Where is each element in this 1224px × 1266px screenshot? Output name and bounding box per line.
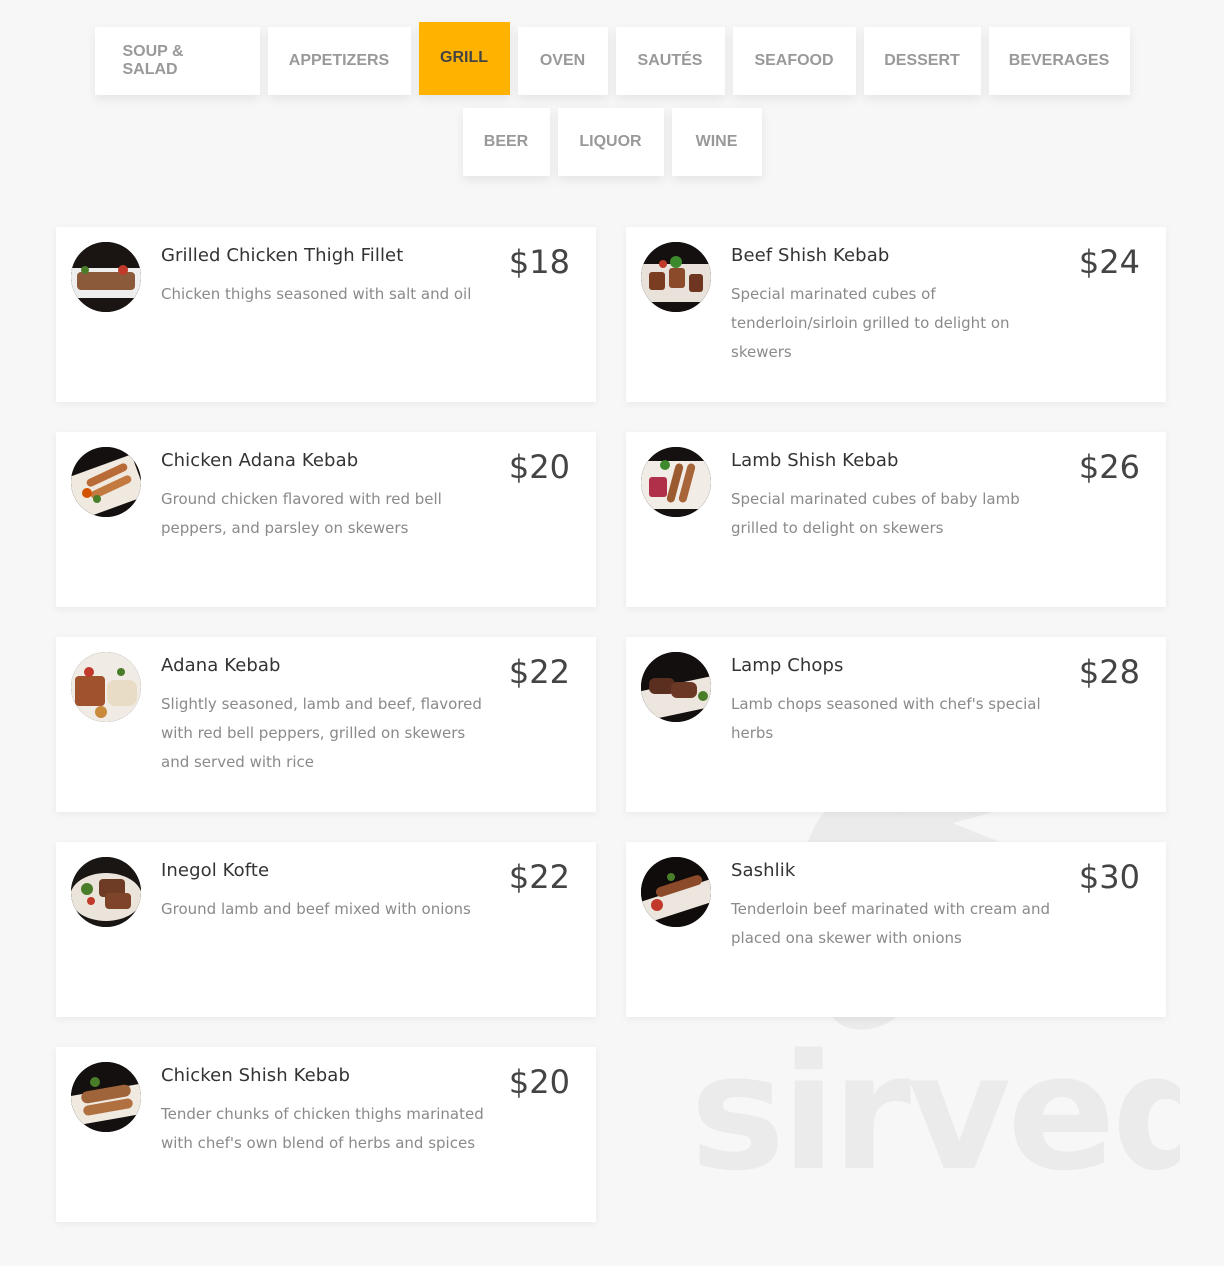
food-thumbnail: [71, 857, 141, 927]
item-description: Tender chunks of chicken thighs marinate…: [161, 1105, 484, 1152]
item-price: $20: [508, 1063, 570, 1101]
tab-beverages[interactable]: BEVERAGES: [988, 27, 1130, 95]
menu-item-card: Sashlik Tenderloin beef marinated with c…: [626, 842, 1166, 1017]
item-description: Tenderloin beef marinated with cream and…: [731, 900, 1051, 947]
menu-item-card: Beef Shish Kebab Special marinated cubes…: [626, 227, 1166, 402]
item-description: Special marinated cubes of tenderloin/si…: [731, 285, 1010, 361]
item-description: Chicken thighs seasoned with salt and oi…: [161, 285, 472, 303]
category-tabs: SOUP & SALAD APPETIZERS GRILL OVEN SAUTÉ…: [0, 22, 1224, 176]
item-description: Ground lamb and beef mixed with onions: [161, 900, 471, 918]
tab-soup-salad[interactable]: SOUP & SALAD: [94, 27, 260, 95]
item-name: Lamb Shish Kebab: [731, 450, 899, 471]
item-name: Sashlik: [731, 860, 796, 881]
food-thumbnail: [71, 447, 141, 517]
item-name: Adana Kebab: [161, 655, 281, 676]
tab-seafood[interactable]: SEAFOOD: [732, 27, 856, 95]
item-description: Ground chicken flavored with red bell pe…: [161, 490, 442, 537]
category-tabs-row-1: SOUP & SALAD APPETIZERS GRILL OVEN SAUTÉ…: [0, 22, 1224, 95]
item-price: $30: [1078, 858, 1140, 896]
tab-dessert[interactable]: DESSERT: [863, 27, 981, 95]
menu-item-card: Inegol Kofte Ground lamb and beef mixed …: [56, 842, 596, 1017]
watermark-text: sirved: [690, 1019, 1180, 1190]
item-price: $26: [1078, 448, 1140, 486]
item-name: Beef Shish Kebab: [731, 245, 890, 266]
food-thumbnail: [641, 447, 711, 517]
item-name: Chicken Adana Kebab: [161, 450, 359, 471]
food-thumbnail: [641, 857, 711, 927]
menu-item-card: Lamp Chops Lamb chops seasoned with chef…: [626, 637, 1166, 812]
tab-grill[interactable]: GRILL: [418, 22, 510, 95]
item-price: $24: [1078, 243, 1140, 281]
menu-item-card: Grilled Chicken Thigh Fillet Chicken thi…: [56, 227, 596, 402]
food-thumbnail: [71, 242, 141, 312]
food-thumbnail: [641, 652, 711, 722]
item-name: Lamp Chops: [731, 655, 844, 676]
food-thumbnail: [71, 1062, 141, 1132]
food-thumbnail: [71, 652, 141, 722]
tab-appetizers[interactable]: APPETIZERS: [267, 27, 411, 95]
item-name: Chicken Shish Kebab: [161, 1065, 350, 1086]
tab-liquor[interactable]: LIQUOR: [557, 108, 664, 176]
item-price: $28: [1078, 653, 1140, 691]
category-tabs-row-2: BEER LIQUOR WINE: [0, 103, 1224, 176]
item-description: Slightly seasoned, lamb and beef, flavor…: [161, 695, 482, 771]
menu-item-card: Chicken Shish Kebab Tender chunks of chi…: [56, 1047, 596, 1222]
menu-item-card: Lamb Shish Kebab Special marinated cubes…: [626, 432, 1166, 607]
tab-sautes[interactable]: SAUTÉS: [615, 27, 725, 95]
food-thumbnail: [641, 242, 711, 312]
menu-item-card: Adana Kebab Slightly seasoned, lamb and …: [56, 637, 596, 812]
tab-beer[interactable]: BEER: [462, 108, 550, 176]
item-price: $18: [508, 243, 570, 281]
tab-oven[interactable]: OVEN: [517, 27, 608, 95]
item-price: $22: [508, 653, 570, 691]
item-price: $20: [508, 448, 570, 486]
item-name: Inegol Kofte: [161, 860, 270, 881]
item-name: Grilled Chicken Thigh Fillet: [161, 245, 404, 266]
menu-item-card: Chicken Adana Kebab Ground chicken flavo…: [56, 432, 596, 607]
item-price: $22: [508, 858, 570, 896]
item-description: Special marinated cubes of baby lamb gri…: [731, 490, 1020, 537]
tab-wine[interactable]: WINE: [671, 108, 762, 176]
item-description: Lamb chops seasoned with chef's special …: [731, 695, 1041, 742]
